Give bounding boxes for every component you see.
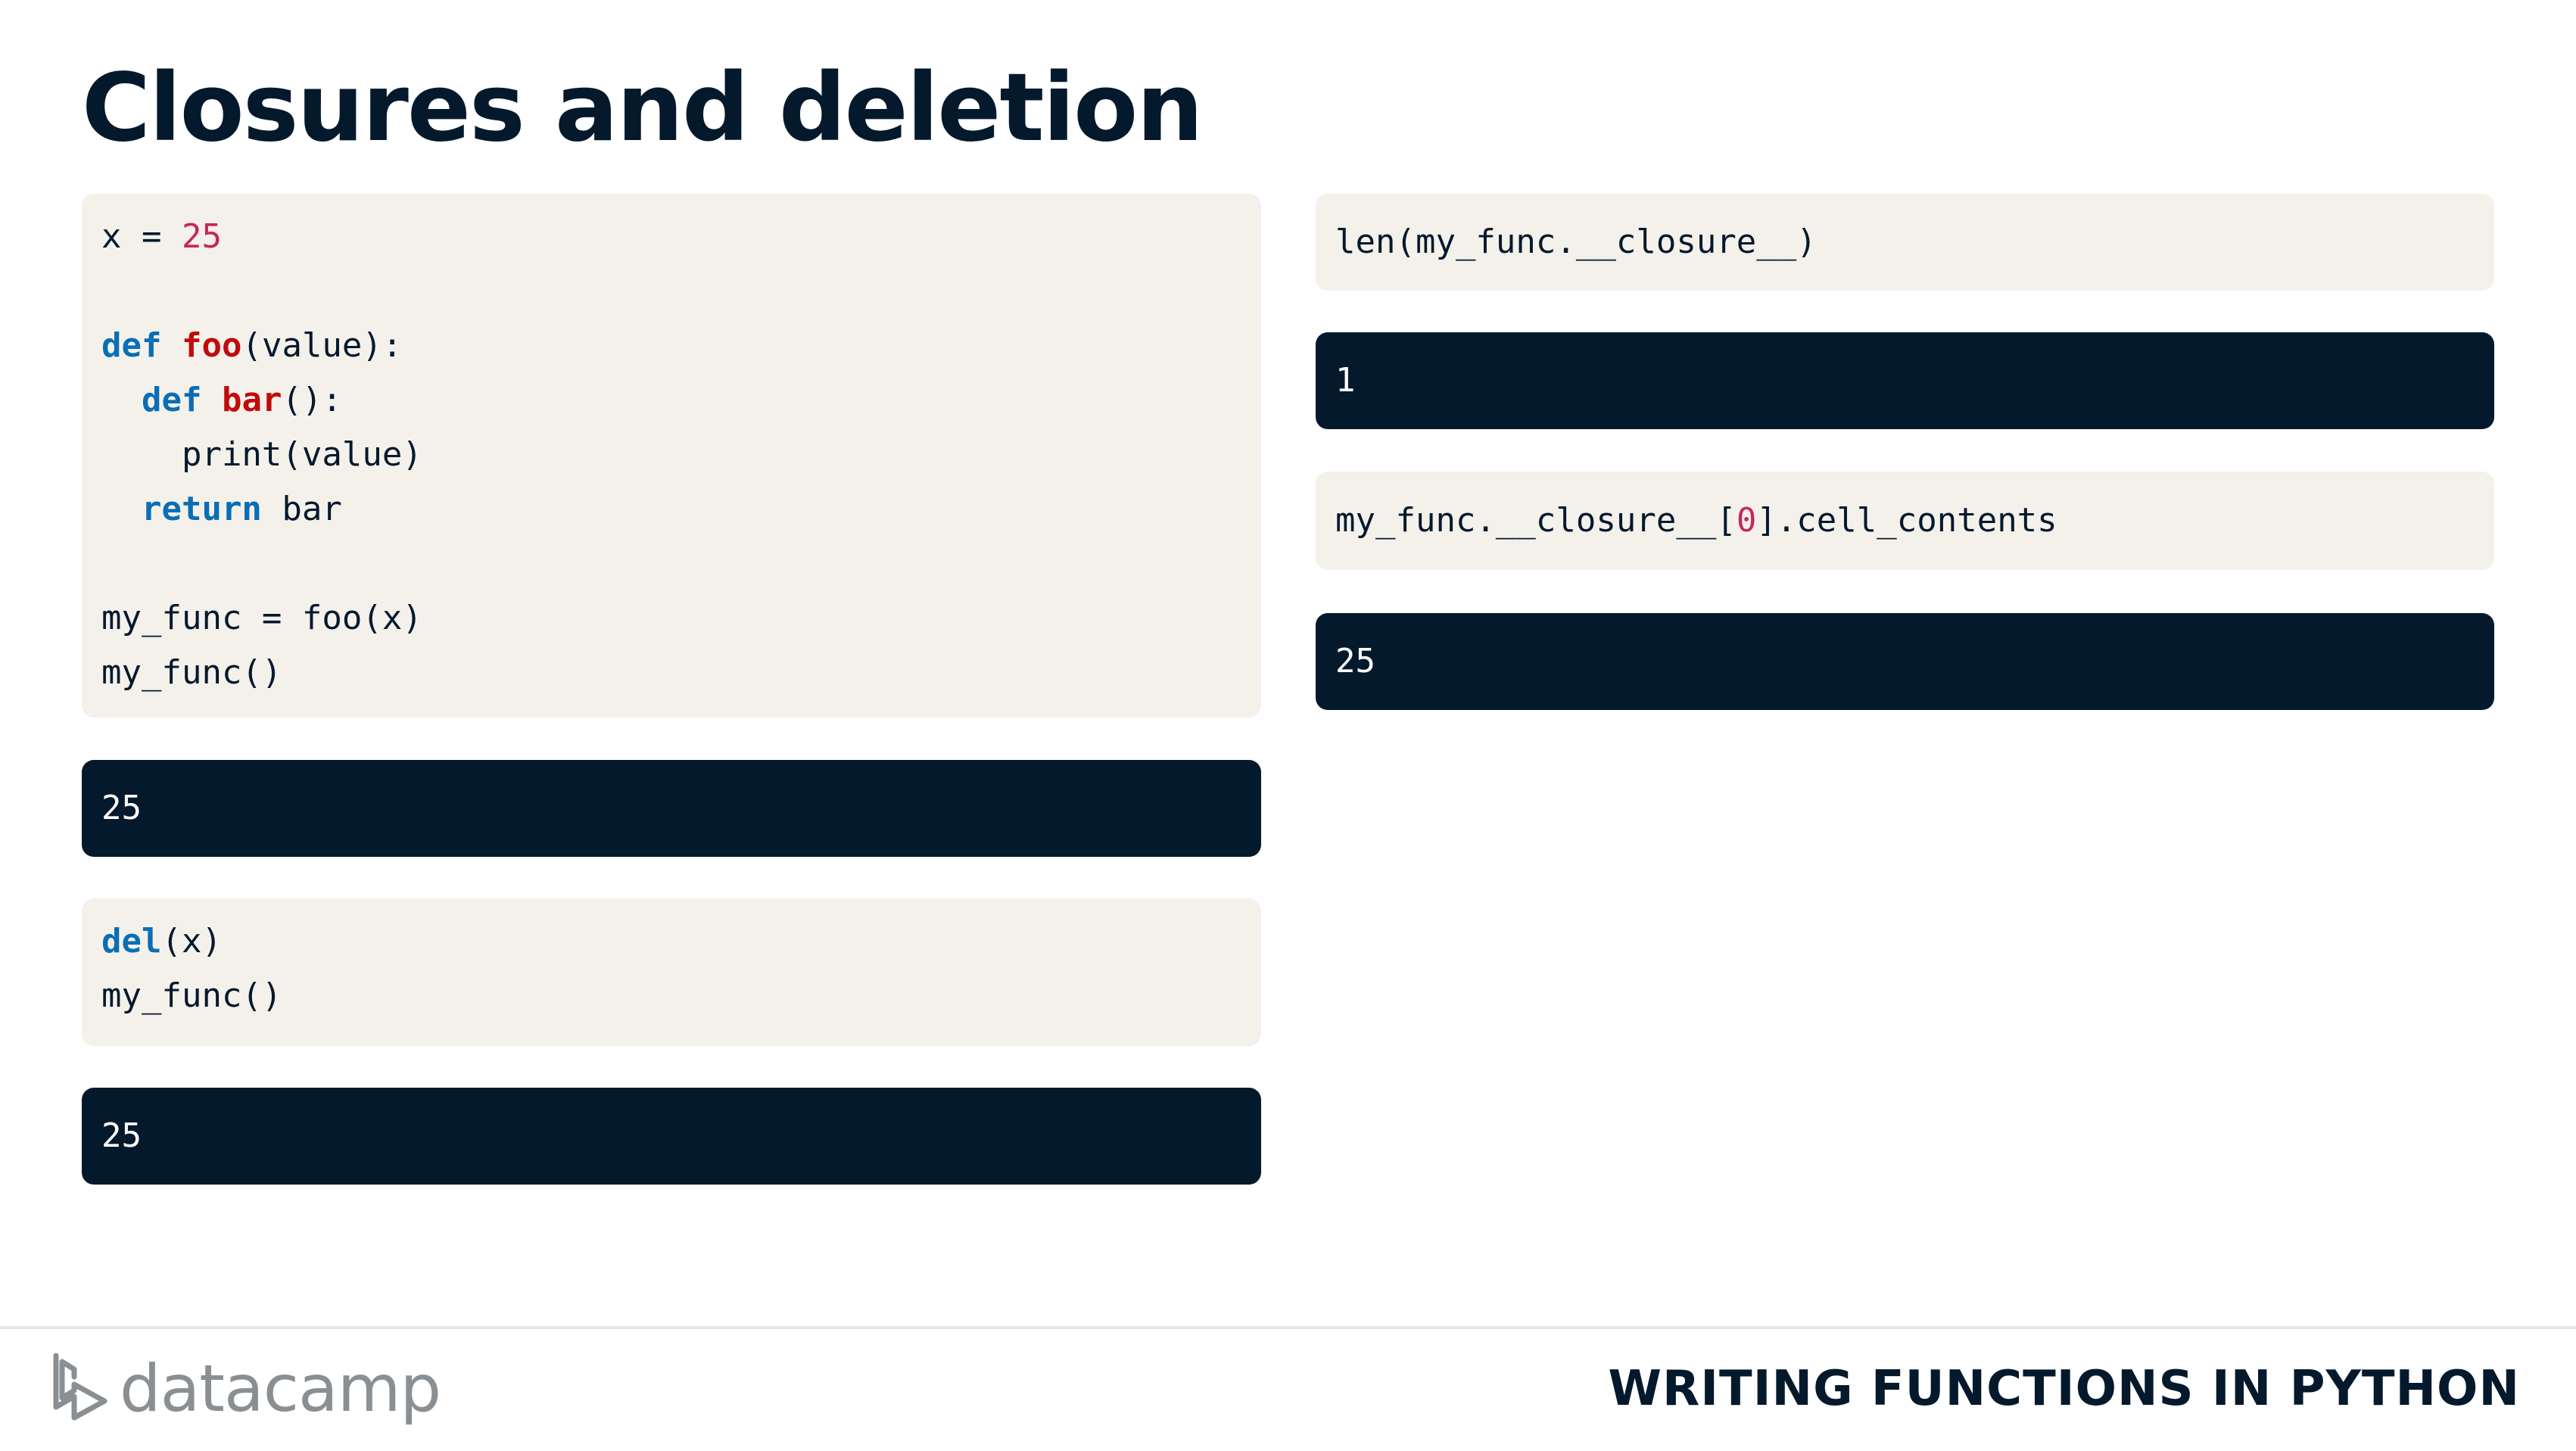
footer-divider [0, 1326, 2576, 1329]
code-line: my_func() [101, 969, 1241, 1023]
output-block-first-call: 25 [82, 760, 1261, 857]
code-line: print(value) [101, 428, 1241, 482]
code-line: def foo(value): [101, 319, 1241, 373]
course-name: WRITING FUNCTIONS IN PYTHON [1608, 1361, 2520, 1417]
code-keyword: del [101, 922, 162, 961]
code-line: x = 25 [101, 210, 1241, 264]
code-token: (value): [241, 326, 403, 365]
code-block-delete-x: del(x) my_func() [82, 898, 1261, 1046]
slide-title: Closures and deletion [82, 54, 1204, 163]
code-token: ].cell_contents [1756, 501, 2057, 540]
code-token: (x) [161, 922, 222, 961]
output-text: 25 [101, 1116, 142, 1155]
output-text: 25 [101, 789, 142, 827]
output-block-cell-contents: 25 [1316, 613, 2494, 710]
output-block-after-delete: 25 [82, 1088, 1261, 1185]
code-line: my_func.__closure__[0].cell_contents [1335, 494, 2475, 548]
code-function-name: foo [181, 326, 242, 365]
code-line [101, 537, 1241, 591]
code-token: bar [261, 490, 342, 528]
output-text: 25 [1335, 642, 1375, 680]
code-token: print(value) [101, 435, 422, 474]
code-block-closure-definition: x = 25 def foo(value): def bar(): print(… [82, 194, 1261, 718]
code-line: return bar [101, 482, 1241, 537]
code-keyword: return [141, 490, 262, 528]
code-token: (): [282, 381, 342, 419]
code-block-cell-contents: my_func.__closure__[0].cell_contents [1316, 472, 2494, 570]
datacamp-logo-icon [53, 1353, 107, 1421]
datacamp-logo: datacamp [51, 1347, 441, 1431]
code-line: my_func = foo(x) [101, 591, 1241, 646]
code-keyword: def [141, 381, 202, 419]
code-number: 0 [1736, 501, 1757, 540]
code-token: my_func.__closure__[ [1335, 501, 1737, 540]
code-block-closure-length: len(my_func.__closure__) [1316, 194, 2494, 291]
code-token: my_func() [101, 976, 282, 1015]
code-token: my_func = foo(x) [101, 599, 422, 637]
code-line [101, 264, 1241, 319]
code-token: x = [101, 217, 182, 256]
code-line: len(my_func.__closure__) [1335, 215, 2475, 269]
output-text: 1 [1335, 361, 1356, 400]
code-line: my_func() [101, 646, 1241, 700]
code-keyword: def [101, 326, 162, 365]
code-token: my_func() [101, 653, 282, 692]
code-line: del(x) [101, 914, 1241, 969]
brand-name: datacamp [120, 1351, 441, 1427]
code-line: def bar(): [101, 373, 1241, 428]
output-block-closure-length: 1 [1316, 332, 2494, 429]
code-token: len(my_func.__closure__) [1335, 223, 1817, 261]
code-number: 25 [181, 217, 222, 256]
code-function-name: bar [221, 381, 282, 419]
